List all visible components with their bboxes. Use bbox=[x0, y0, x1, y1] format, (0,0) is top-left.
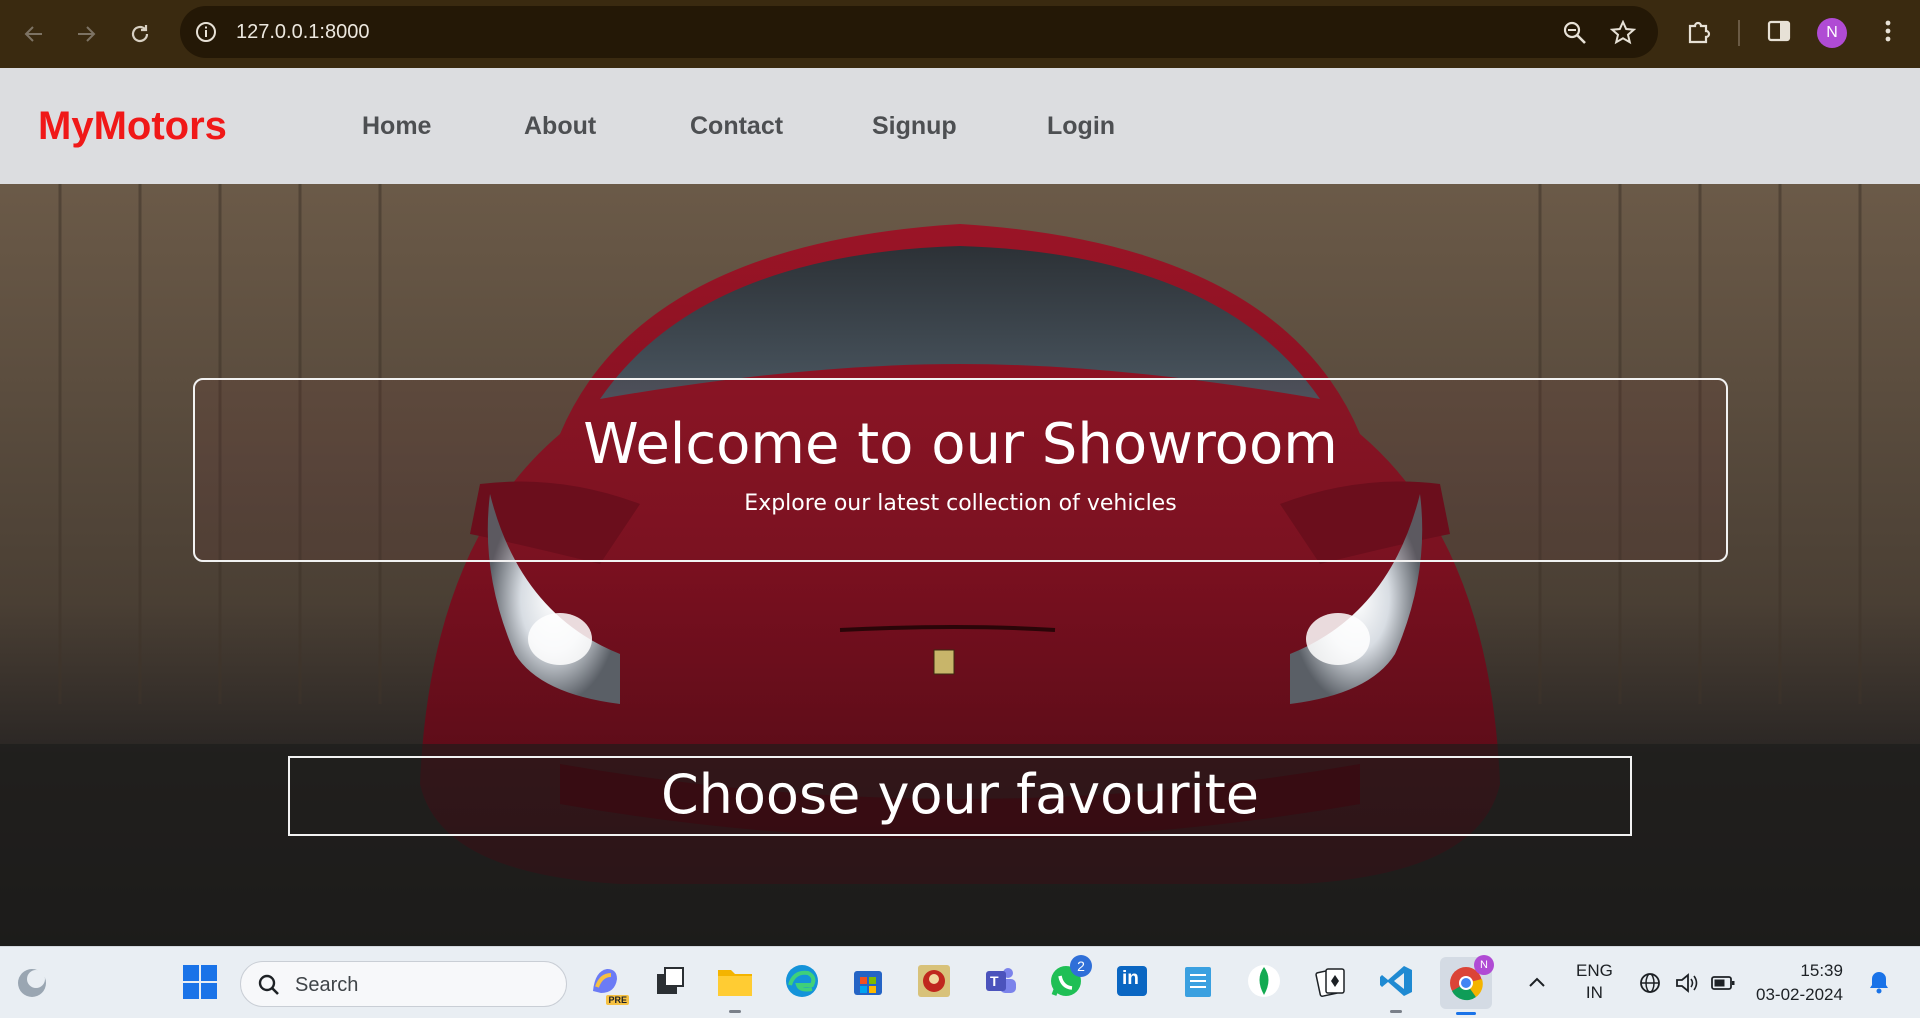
copilot-app[interactable]: PRE bbox=[585, 961, 629, 1005]
search-icon bbox=[258, 974, 279, 995]
chrome-profile-badge: N bbox=[1474, 955, 1494, 975]
choose-banner: Choose your favourite bbox=[288, 756, 1632, 836]
reload-button[interactable] bbox=[122, 16, 158, 52]
vscode-app[interactable] bbox=[1376, 961, 1416, 1013]
nav-signup[interactable]: Signup bbox=[872, 112, 957, 141]
side-panel-icon[interactable] bbox=[1764, 16, 1794, 46]
game-app[interactable] bbox=[914, 961, 954, 1001]
active-indicator bbox=[1456, 1012, 1476, 1015]
nav-about[interactable]: About bbox=[524, 112, 596, 141]
site-navbar: MyMotors Home About Contact Signup Login bbox=[0, 68, 1920, 184]
store-app[interactable] bbox=[848, 961, 888, 1001]
back-arrow-icon bbox=[24, 26, 42, 42]
site-info-icon[interactable] bbox=[194, 20, 218, 44]
notification-bell-icon[interactable] bbox=[1866, 969, 1892, 995]
address-bar[interactable]: 127.0.0.1:8000 bbox=[180, 6, 1658, 58]
copilot-preview-tag: PRE bbox=[606, 995, 629, 1005]
mongodb-icon bbox=[1248, 965, 1280, 997]
extensions-icon[interactable] bbox=[1684, 16, 1714, 46]
welcome-title: Welcome to our Showroom bbox=[583, 412, 1338, 477]
network-globe-icon[interactable] bbox=[1638, 971, 1662, 995]
clock-date: 03-02-2024 bbox=[1756, 985, 1843, 1004]
copilot-icon bbox=[593, 969, 617, 993]
mongodb-app[interactable] bbox=[1244, 961, 1284, 1001]
url-text[interactable]: 127.0.0.1:8000 bbox=[236, 21, 369, 44]
game-icon bbox=[918, 965, 950, 997]
notepad-app[interactable] bbox=[1178, 961, 1218, 1001]
brand-logo[interactable]: MyMotors bbox=[38, 104, 227, 149]
windows-start-icon[interactable] bbox=[181, 963, 219, 1001]
menu-kebab-icon[interactable] bbox=[1873, 16, 1903, 46]
region-code: IN bbox=[1585, 983, 1603, 1002]
welcome-subtitle: Explore our latest collection of vehicle… bbox=[744, 491, 1177, 516]
notepad-icon bbox=[1185, 967, 1211, 997]
edge-app[interactable] bbox=[782, 961, 822, 1001]
bookmark-star-icon[interactable] bbox=[1610, 20, 1636, 46]
running-indicator bbox=[729, 1010, 741, 1013]
language-indicator[interactable]: ENG IN bbox=[1576, 960, 1613, 1004]
profile-avatar[interactable]: N bbox=[1817, 18, 1847, 48]
linkedin-letters: in bbox=[1122, 968, 1139, 989]
back-button[interactable] bbox=[16, 16, 52, 52]
solitaire-icon bbox=[1315, 968, 1345, 997]
volume-icon[interactable] bbox=[1674, 971, 1700, 995]
search-placeholder: Search bbox=[295, 974, 359, 996]
nav-login[interactable]: Login bbox=[1047, 112, 1115, 141]
linkedin-app[interactable]: in bbox=[1112, 961, 1152, 1001]
nav-home[interactable]: Home bbox=[362, 112, 431, 141]
chrome-app[interactable]: N bbox=[1440, 955, 1494, 1015]
weather-widget-icon[interactable] bbox=[14, 965, 50, 1001]
web-page: MyMotors Home About Contact Signup Login bbox=[0, 68, 1920, 946]
taskbar-search[interactable]: Search bbox=[240, 961, 567, 1007]
task-view-app[interactable] bbox=[650, 961, 690, 1001]
nav-contact[interactable]: Contact bbox=[690, 112, 783, 141]
battery-icon[interactable] bbox=[1710, 973, 1736, 993]
teams-letter: T bbox=[990, 973, 999, 989]
running-indicator bbox=[1390, 1010, 1402, 1013]
whatsapp-badge: 2 bbox=[1070, 955, 1092, 977]
browser-toolbar: 127.0.0.1:8000 N bbox=[0, 0, 1920, 68]
clock-time: 15:39 bbox=[1800, 961, 1843, 980]
welcome-banner: Welcome to our Showroom Explore our late… bbox=[193, 378, 1728, 562]
zoom-icon[interactable] bbox=[1562, 20, 1588, 46]
teams-app[interactable]: T bbox=[980, 961, 1020, 1001]
toolbar-divider bbox=[1738, 20, 1740, 46]
choose-title: Choose your favourite bbox=[660, 763, 1260, 826]
taskbar: Search PRE T 2 in N ENG IN 15:39 03-02-2… bbox=[0, 946, 1920, 1018]
hero-section: Welcome to our Showroom Explore our late… bbox=[0, 184, 1920, 946]
edge-icon bbox=[786, 965, 818, 997]
solitaire-app[interactable] bbox=[1310, 961, 1350, 1001]
file-explorer-icon bbox=[718, 970, 752, 996]
language-code: ENG bbox=[1576, 961, 1613, 980]
forward-button[interactable] bbox=[68, 16, 104, 52]
system-clock[interactable]: 15:39 03-02-2024 bbox=[1756, 959, 1843, 1007]
vscode-icon bbox=[1380, 966, 1412, 996]
whatsapp-app[interactable]: 2 bbox=[1046, 955, 1092, 1001]
forward-arrow-icon bbox=[78, 26, 96, 42]
store-icon bbox=[854, 971, 882, 995]
file-explorer-app[interactable] bbox=[715, 961, 755, 1013]
show-hidden-icons-chevron-icon[interactable] bbox=[1526, 971, 1548, 993]
task-view-icon bbox=[657, 967, 684, 994]
reload-icon bbox=[131, 25, 149, 43]
teams-icon bbox=[986, 968, 1016, 993]
